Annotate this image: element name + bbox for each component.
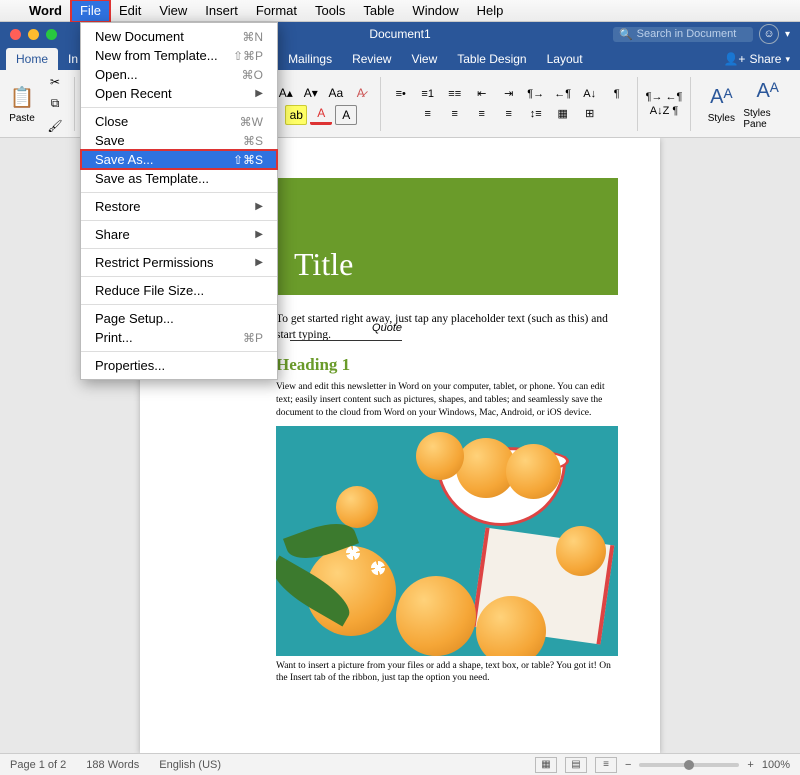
word-count-status[interactable]: 188 Words [86,759,139,771]
search-placeholder: Search in Document [637,28,737,40]
menu-open[interactable]: Open...⌘O [81,65,277,84]
ltr-para-button[interactable]: ¶→ [646,91,663,103]
heading-1[interactable]: Heading 1 [276,355,618,375]
font-color-button[interactable]: A [310,105,332,125]
share-button[interactable]: 👤+Share▾ [713,48,800,70]
menu-restrict-permissions[interactable]: Restrict Permissions▶ [81,253,277,272]
page-count-status[interactable]: Page 1 of 2 [10,759,66,771]
styles-icon: Aᴬ [707,83,735,111]
language-status[interactable]: English (US) [159,759,221,771]
styles-gallery-button[interactable]: Aᴬ Styles [707,83,735,124]
search-icon: 🔍 [619,28,633,41]
clear-formatting-button[interactable]: A̷ [350,83,372,103]
outline-view-button[interactable]: ≡ [595,757,617,773]
search-input[interactable]: 🔍 Search in Document [613,27,753,42]
menu-insert[interactable]: Insert [196,0,247,22]
styles-pane-icon: Aᴬ [754,78,782,106]
zoom-in-button[interactable]: + [747,759,753,771]
menu-restore[interactable]: Restore▶ [81,197,277,216]
clipboard-icon: 📋 [8,83,36,111]
tab-home[interactable]: Home [6,48,58,70]
menu-open-recent[interactable]: Open Recent▶ [81,84,277,103]
share-icon: 👤+ [723,52,745,66]
menu-window[interactable]: Window [403,0,467,22]
close-window-button[interactable] [10,29,21,40]
document-title: Document1 [369,27,430,41]
menu-reduce-file-size[interactable]: Reduce File Size... [81,281,277,300]
ltr-button[interactable]: ¶→ [524,85,548,103]
tab-review[interactable]: Review [342,48,401,70]
zoom-level-label[interactable]: 100% [762,759,790,771]
format-painter-button[interactable]: 🖌 [44,116,66,136]
numbering-button[interactable]: ≡1 [416,85,440,103]
menu-properties[interactable]: Properties... [81,356,277,375]
menu-save-as-template[interactable]: Save as Template... [81,169,277,188]
menu-help[interactable]: Help [468,0,513,22]
highlight-button[interactable]: ab [285,105,307,125]
print-layout-view-button[interactable]: ▦ [535,757,557,773]
menu-save-as[interactable]: Save As...⇧⌘S [81,150,277,169]
chevron-down-icon[interactable]: ▾ [785,29,790,40]
cut-button[interactable]: ✂ [44,72,66,92]
zoom-slider[interactable] [639,763,739,767]
multilevel-list-button[interactable]: ≡≡ [443,85,467,103]
rtl-para-button[interactable]: ←¶ [666,91,683,103]
menu-print[interactable]: Print...⌘P [81,328,277,347]
menu-new-document[interactable]: New Document⌘N [81,27,277,46]
tab-view[interactable]: View [401,48,447,70]
change-case-button[interactable]: Aa [325,83,347,103]
justify-button[interactable]: ≡ [497,105,521,123]
tab-layout[interactable]: Layout [537,48,593,70]
title-placeholder[interactable]: Title [276,178,618,295]
menu-edit[interactable]: Edit [110,0,150,22]
zoom-window-button[interactable] [46,29,57,40]
increase-font-button[interactable]: A▴ [275,83,297,103]
zoom-out-button[interactable]: − [625,759,631,771]
align-center-button[interactable]: ≡ [443,105,467,123]
decrease-font-button[interactable]: A▾ [300,83,322,103]
menu-close[interactable]: Close⌘W [81,112,277,131]
window-controls [10,29,57,40]
content-image[interactable] [276,426,618,656]
image-caption[interactable]: Want to insert a picture from your files… [276,660,618,686]
app-name-menu[interactable]: Word [20,0,71,22]
mac-menu-bar: Word File Edit View Insert Format Tools … [0,0,800,22]
sort-button-2[interactable]: A↓Z [650,105,670,117]
character-shading-button[interactable]: A [335,105,357,125]
body-paragraph-1[interactable]: View and edit this newsletter in Word on… [276,381,618,419]
menu-table[interactable]: Table [354,0,403,22]
increase-indent-button[interactable]: ⇥ [497,85,521,103]
copy-button[interactable]: ⧉ [44,94,66,114]
sidebar-quote-block[interactable]: Quote [290,322,402,341]
status-bar: Page 1 of 2 188 Words English (US) ▦ ▤ ≡… [0,753,800,775]
web-layout-view-button[interactable]: ▤ [565,757,587,773]
decrease-indent-button[interactable]: ⇤ [470,85,494,103]
styles-pane-button[interactable]: Aᴬ Styles Pane [743,78,792,130]
show-marks-button[interactable]: ¶ [605,85,629,103]
menu-view[interactable]: View [150,0,196,22]
menu-format[interactable]: Format [247,0,306,22]
menu-tools[interactable]: Tools [306,0,354,22]
menu-page-setup[interactable]: Page Setup... [81,309,277,328]
menu-share[interactable]: Share▶ [81,225,277,244]
paste-button[interactable]: 📋 Paste [8,83,36,124]
menu-file[interactable]: File [71,0,110,22]
user-account-icon[interactable]: ☺ [759,24,779,44]
align-left-button[interactable]: ≡ [416,105,440,123]
borders-button[interactable]: ⊞ [578,105,602,123]
tab-table-design[interactable]: Table Design [447,48,536,70]
menu-new-from-template[interactable]: New from Template...⇧⌘P [81,46,277,65]
menu-save[interactable]: Save⌘S [81,131,277,150]
tab-mailings[interactable]: Mailings [278,48,342,70]
minimize-window-button[interactable] [28,29,39,40]
shading-button[interactable]: ▦ [551,105,575,123]
pilcrow-button[interactable]: ¶ [672,105,678,117]
sort-button[interactable]: A↓ [578,85,602,103]
line-spacing-button[interactable]: ↕≡ [524,105,548,123]
align-right-button[interactable]: ≡ [470,105,494,123]
bullets-button[interactable]: ≡• [389,85,413,103]
rtl-button[interactable]: ←¶ [551,85,575,103]
file-menu-dropdown: New Document⌘N New from Template...⇧⌘P O… [80,22,278,380]
